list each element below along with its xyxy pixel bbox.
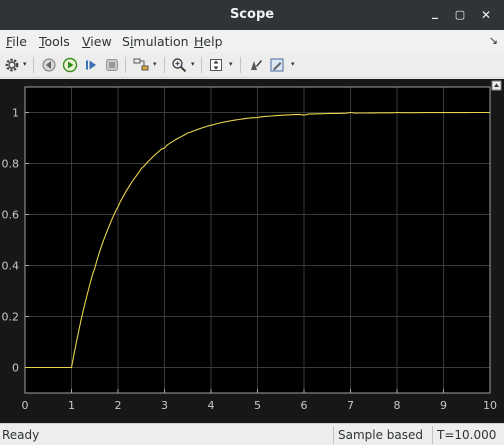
minimize-button[interactable]: _ [427,4,443,20]
menu-view[interactable]: View [82,34,112,49]
toolbar-separator [125,57,126,73]
menu-file-label: ile [12,34,27,49]
title-bar: Scope _ ▢ ✕ [0,0,504,30]
scope-display[interactable]: 0 1 2 3 4 5 6 7 8 9 10 0 0.2 0.4 0.6 0.8 1 [0,79,504,423]
highlight-dropdown-icon[interactable]: ▾ [153,60,157,68]
style-icon[interactable] [268,56,286,74]
toolbar: ▾ ▾ ▾ ▾ ▾ [0,52,504,78]
autoscale-icon[interactable] [207,56,225,74]
maximize-button[interactable]: ▢ [452,7,468,23]
x-tick-label: 6 [301,399,308,412]
x-tick-label: 0 [22,399,29,412]
expand-legend-icon[interactable] [491,80,502,91]
x-tick-label: 4 [208,399,215,412]
simulation-time-indicator: T=10.000 [432,426,504,444]
step-forward-icon[interactable] [82,56,100,74]
toolbar-separator [164,57,165,73]
x-tick-label: 9 [440,399,447,412]
status-bar: Ready Sample based T=10.000 [0,423,504,445]
menu-view-label: iew [90,34,112,49]
write-data-icon[interactable] [247,56,265,74]
undock-arrow-icon[interactable]: ↘ [489,34,498,47]
x-tick-label: 8 [394,399,401,412]
y-tick-label: 0.8 [2,158,20,171]
menu-tools-label: ools [44,34,70,49]
menu-tools[interactable]: Tools [39,34,70,49]
style-dropdown-icon[interactable]: ▾ [291,60,295,68]
menu-help-label: elp [203,34,223,49]
zoom-dropdown-icon[interactable]: ▾ [191,60,195,68]
x-tick-label: 7 [347,399,354,412]
y-tick-label: 1 [12,107,19,120]
step-back-icon[interactable] [40,56,58,74]
menu-file[interactable]: File [6,34,27,49]
run-icon[interactable] [61,56,79,74]
menu-bar: File Tools View Simulation Help ↘ [0,30,504,52]
toolbar-separator [33,57,34,73]
close-button[interactable]: ✕ [478,7,494,23]
y-tick-label: 0.4 [2,260,20,273]
menu-simulation-prefix: S [122,34,130,49]
menu-simulation-label: mulation [133,34,189,49]
x-tick-label: 3 [161,399,168,412]
x-tick-label: 1 [68,399,75,412]
gear-dropdown-icon[interactable]: ▾ [23,60,27,68]
status-ready: Ready [2,428,40,442]
x-tick-label: 5 [254,399,261,412]
x-tick-label: 10 [483,399,497,412]
gear-icon[interactable] [3,56,21,74]
scope-plot[interactable]: 0 1 2 3 4 5 6 7 8 9 10 0 0.2 0.4 0.6 0.8 1 [0,79,504,423]
menu-help[interactable]: Help [194,34,223,49]
y-tick-label: 0.6 [2,209,20,222]
toolbar-separator [201,57,202,73]
autoscale-dropdown-icon[interactable]: ▾ [229,60,233,68]
highlight-icon[interactable] [132,56,150,74]
sample-mode-indicator: Sample based [333,426,432,444]
x-tick-label: 2 [115,399,122,412]
menu-simulation[interactable]: Simulation [122,34,189,49]
zoom-icon[interactable] [170,56,188,74]
menu-help-mnemonic: H [194,34,204,49]
stop-icon[interactable] [103,56,121,74]
y-tick-label: 0 [12,362,19,375]
toolbar-separator [240,57,241,73]
y-tick-label: 0.2 [2,311,20,324]
